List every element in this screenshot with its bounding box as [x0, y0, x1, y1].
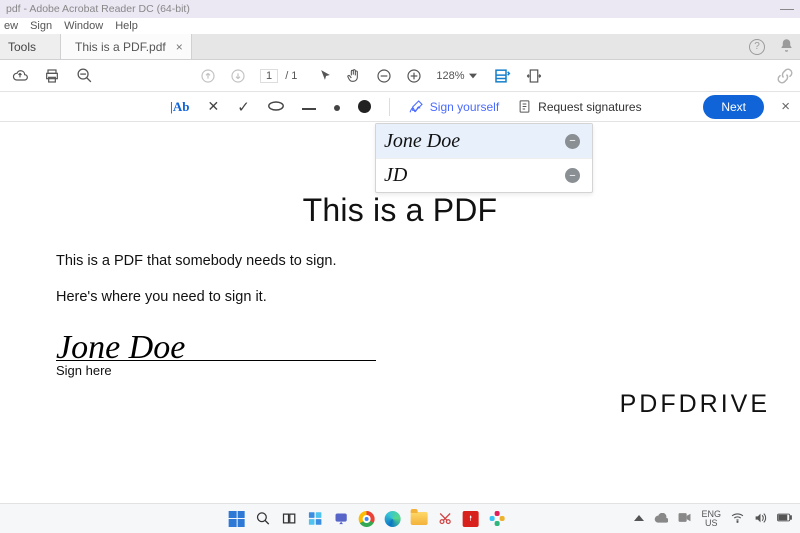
zoom-dropdown[interactable]: 128%: [436, 70, 476, 82]
tabstrip: Tools This is a PDF.pdf × ?: [0, 34, 800, 60]
tray-wifi-icon[interactable]: [731, 512, 744, 525]
tab-tools[interactable]: Tools: [0, 34, 61, 59]
document-title: This is a PDF: [0, 192, 800, 229]
document-line-1: This is a PDF that somebody needs to sig…: [56, 253, 800, 269]
zoom-in-icon[interactable]: [406, 68, 422, 84]
watermark-text: PDFDRIVE: [620, 390, 770, 419]
start-button-icon[interactable]: [228, 510, 246, 528]
zoom-label: 128%: [436, 70, 464, 82]
circle-tool-icon[interactable]: [268, 100, 284, 114]
help-icon[interactable]: ?: [749, 39, 765, 55]
snip-icon[interactable]: [436, 510, 454, 528]
tray-chevron-icon[interactable]: [634, 513, 644, 525]
windows-taskbar: ENGUS: [0, 503, 800, 533]
save-to-cloud-icon[interactable]: [12, 68, 28, 84]
divider: [389, 98, 390, 116]
window-minimize-icon[interactable]: [780, 9, 794, 10]
remove-signature-icon[interactable]: −: [565, 134, 580, 149]
menu-help[interactable]: Help: [115, 20, 138, 32]
taskbar-search-icon[interactable]: [254, 510, 272, 528]
share-link-icon[interactable]: [776, 67, 794, 85]
scroll-mode-icon[interactable]: [491, 66, 511, 86]
request-signatures-button[interactable]: Request signatures: [517, 99, 641, 114]
chrome-icon[interactable]: [358, 510, 376, 528]
select-tool-icon[interactable]: [319, 69, 332, 82]
chat-icon[interactable]: [332, 510, 350, 528]
page-down-icon[interactable]: [230, 68, 246, 84]
tab-tools-label: Tools: [8, 40, 36, 54]
request-signatures-label: Request signatures: [538, 100, 641, 114]
slack-icon[interactable]: [488, 510, 506, 528]
close-panel-icon[interactable]: ×: [781, 98, 790, 115]
page-up-icon[interactable]: [200, 68, 216, 84]
next-button-label: Next: [721, 100, 746, 114]
tray-onedrive-icon[interactable]: [654, 513, 668, 525]
notification-bell-icon[interactable]: [779, 38, 794, 56]
edge-icon[interactable]: [384, 510, 402, 528]
width-fit-icon[interactable]: [525, 68, 543, 84]
checkmark-tool-icon[interactable]: ✓: [237, 98, 250, 116]
app-window: pdf - Adobe Acrobat Reader DC (64-bit) e…: [0, 0, 800, 533]
document-line-2: Here's where you need to sign it.: [56, 289, 800, 305]
next-button[interactable]: Next: [703, 95, 764, 119]
menu-view[interactable]: ew: [4, 20, 18, 32]
file-explorer-icon[interactable]: [410, 510, 428, 528]
menu-sign[interactable]: Sign: [30, 20, 52, 32]
tab-close-icon[interactable]: ×: [176, 40, 183, 54]
color-picker-dot[interactable]: [358, 100, 371, 113]
crossmark-tool-icon[interactable]: ✕: [207, 98, 219, 115]
signature-option-initials[interactable]: JD −: [376, 158, 592, 192]
signature-field[interactable]: Jone Doe Sign here: [56, 333, 376, 378]
hand-tool-icon[interactable]: [346, 68, 362, 84]
acrobat-icon[interactable]: [462, 510, 480, 528]
add-text-tool-icon[interactable]: |Ab: [170, 99, 189, 115]
signature-icon: [408, 99, 424, 115]
window-title: pdf - Adobe Acrobat Reader DC (64-bit): [6, 3, 190, 15]
signature-full-preview: Jone Doe: [384, 130, 460, 153]
widgets-icon[interactable]: [306, 510, 324, 528]
line-tool-icon[interactable]: [302, 100, 316, 114]
tray-meet-icon[interactable]: [678, 512, 691, 525]
sign-yourself-label: Sign yourself: [430, 100, 499, 114]
tab-document-label: This is a PDF.pdf: [75, 40, 166, 54]
signature-option-full[interactable]: Jone Doe −: [376, 124, 592, 158]
task-view-icon[interactable]: [280, 510, 298, 528]
tray-battery-icon[interactable]: [777, 513, 792, 524]
signature-dropdown-menu: Jone Doe − JD −: [375, 123, 593, 193]
dot-tool-icon[interactable]: [334, 100, 340, 114]
tray-language-indicator[interactable]: ENGUS: [701, 510, 721, 528]
primary-toolbar: 1 / 1 128%: [0, 60, 800, 92]
page-total: / 1: [285, 70, 297, 82]
sign-yourself-button[interactable]: Sign yourself: [408, 99, 499, 115]
tray-volume-icon[interactable]: [754, 512, 767, 526]
menubar: ew Sign Window Help: [0, 18, 800, 34]
menu-window[interactable]: Window: [64, 20, 103, 32]
tab-document[interactable]: This is a PDF.pdf ×: [61, 34, 192, 59]
signature-caption: Sign here: [56, 363, 376, 378]
print-icon[interactable]: [44, 68, 60, 84]
window-titlebar: pdf - Adobe Acrobat Reader DC (64-bit): [0, 0, 800, 18]
fill-sign-toolbar: |Ab ✕ ✓ Sign yourself Request signatures…: [0, 92, 800, 122]
document-icon: [517, 99, 532, 114]
system-tray: ENGUS: [634, 510, 792, 528]
remove-initials-icon[interactable]: −: [565, 168, 580, 183]
zoom-out-icon[interactable]: [376, 68, 392, 84]
signature-initials-preview: JD: [384, 164, 407, 187]
page-indicator: 1 / 1: [260, 70, 297, 82]
page-current-input[interactable]: 1: [260, 69, 278, 83]
zoom-out-magnifier-icon[interactable]: [76, 67, 93, 84]
